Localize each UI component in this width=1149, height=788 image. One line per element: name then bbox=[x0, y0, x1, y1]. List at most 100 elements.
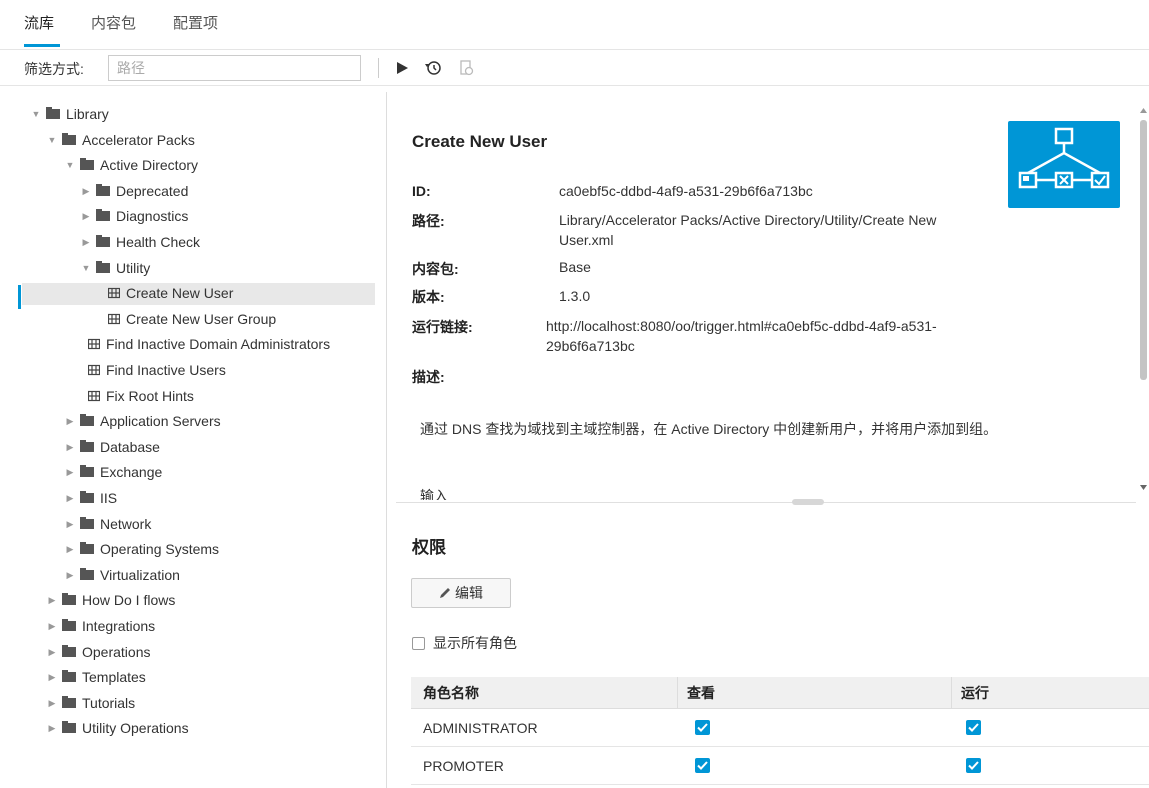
tree-item[interactable]: ▶ Deprecated bbox=[0, 181, 376, 203]
tree-item[interactable]: ▶ Virtualization bbox=[0, 565, 376, 587]
expand-down-icon[interactable]: ▼ bbox=[30, 108, 42, 120]
tree-item[interactable]: ▶ Exchange bbox=[0, 462, 376, 484]
column-header-run[interactable]: 运行 bbox=[961, 677, 989, 708]
run-permission-checkbox[interactable] bbox=[966, 758, 981, 773]
tree-item[interactable]: ▶ How Do I flows bbox=[0, 590, 376, 612]
tree-item-label: Library bbox=[66, 106, 109, 122]
version-value: 1.3.0 bbox=[559, 288, 591, 304]
view-permission-checkbox[interactable] bbox=[695, 720, 710, 735]
resize-handle[interactable] bbox=[792, 499, 824, 505]
tree-item-label: Application Servers bbox=[100, 413, 221, 430]
collapse-right-icon[interactable]: ▶ bbox=[64, 543, 76, 555]
pencil-icon bbox=[440, 588, 450, 598]
tree-item[interactable]: ▶ Tutorials bbox=[0, 693, 376, 715]
collapse-right-icon[interactable]: ▶ bbox=[46, 594, 58, 606]
folder-icon bbox=[80, 567, 94, 580]
collapse-right-icon[interactable]: ▶ bbox=[80, 236, 92, 248]
tree-item-label: Operations bbox=[82, 643, 151, 660]
id-value: ca0ebf5c-ddbd-4af9-a531-29b6f6a713bc bbox=[559, 183, 813, 199]
edit-button[interactable]: 编辑 bbox=[411, 578, 511, 608]
expand-down-icon[interactable]: ▼ bbox=[80, 262, 92, 274]
folder-icon bbox=[80, 465, 94, 478]
panel-splitter[interactable] bbox=[386, 92, 387, 788]
filter-input[interactable] bbox=[108, 55, 361, 81]
play-icon[interactable] bbox=[392, 58, 412, 78]
tree-item[interactable]: ▶ IIS bbox=[0, 488, 376, 510]
tree-item[interactable]: ▶ Diagnostics bbox=[0, 206, 376, 228]
show-all-roles-toggle[interactable]: 显示所有角色 bbox=[412, 633, 517, 653]
flow-icon bbox=[108, 288, 120, 299]
collapse-right-icon[interactable]: ▶ bbox=[64, 569, 76, 581]
scrollbar-thumb[interactable] bbox=[1140, 120, 1147, 380]
collapse-right-icon[interactable]: ▶ bbox=[80, 185, 92, 197]
tree-item[interactable]: ▶ Operating Systems bbox=[0, 539, 376, 561]
tree-item[interactable]: ▶ Health Check bbox=[0, 232, 376, 254]
collapse-right-icon[interactable]: ▶ bbox=[46, 722, 58, 734]
column-header-role-name[interactable]: 角色名称 bbox=[423, 677, 479, 708]
inputs-heading-partial: 输入 bbox=[420, 488, 448, 500]
tree-item[interactable]: ▶ Integrations bbox=[0, 616, 376, 638]
folder-icon bbox=[80, 516, 94, 529]
view-permission-checkbox[interactable] bbox=[695, 758, 710, 773]
folder-icon bbox=[62, 695, 76, 708]
tab-content-packs[interactable]: 内容包 bbox=[91, 12, 136, 33]
flow-library-tree: ▼ Library ▼ Accelerator Packs ▼ Active Direct… bbox=[0, 100, 384, 788]
tree-item-label: Exchange bbox=[100, 464, 163, 481]
description-text: 通过 DNS 查找为域找到主域控制器，在 Active Directory 中创… bbox=[420, 421, 998, 437]
folder-icon bbox=[62, 132, 76, 145]
folder-icon bbox=[96, 260, 110, 273]
collapse-right-icon[interactable]: ▶ bbox=[46, 671, 58, 683]
folder-icon bbox=[80, 158, 94, 171]
collapse-right-icon[interactable]: ▶ bbox=[64, 441, 76, 453]
collapse-right-icon[interactable]: ▶ bbox=[46, 697, 58, 709]
tab-flow-library[interactable]: 流库 bbox=[24, 12, 54, 33]
flow-icon bbox=[108, 313, 120, 324]
tab-configuration-items[interactable]: 配置项 bbox=[173, 12, 218, 33]
tree-item-label: Fix Root Hints bbox=[106, 387, 194, 404]
tree-item[interactable]: ▼ Library bbox=[0, 104, 376, 126]
column-header-view[interactable]: 查看 bbox=[687, 677, 715, 708]
tree-item[interactable]: ▼ Utility bbox=[0, 258, 376, 280]
folder-icon bbox=[62, 644, 76, 657]
collapse-right-icon[interactable]: ▶ bbox=[46, 620, 58, 632]
tree-item[interactable]: Find Inactive Domain Administrators bbox=[0, 334, 376, 356]
tree-item[interactable]: ▶ Application Servers bbox=[0, 411, 376, 433]
tree-item[interactable]: Create New User bbox=[22, 283, 375, 306]
collapse-right-icon[interactable]: ▶ bbox=[64, 466, 76, 478]
active-tab-indicator bbox=[24, 44, 60, 47]
folder-icon bbox=[96, 183, 110, 196]
folder-icon bbox=[80, 542, 94, 555]
folder-icon bbox=[96, 235, 110, 247]
collapse-right-icon[interactable]: ▶ bbox=[46, 646, 58, 658]
run-link-value[interactable]: http://localhost:8080/oo/trigger.html#ca… bbox=[546, 316, 976, 356]
flow-icon bbox=[88, 339, 100, 350]
collapse-right-icon[interactable]: ▶ bbox=[80, 210, 92, 222]
tree-item[interactable]: Find Inactive Users bbox=[0, 360, 376, 382]
expand-down-icon[interactable]: ▼ bbox=[46, 134, 58, 146]
show-all-roles-checkbox[interactable] bbox=[412, 636, 425, 650]
tree-item[interactable]: ▼ Accelerator Packs bbox=[0, 130, 376, 152]
tree-item[interactable]: ▶ Templates bbox=[0, 667, 376, 689]
table-row: ADMINISTRATOR bbox=[411, 709, 1149, 747]
id-label: ID: bbox=[412, 183, 431, 199]
tree-item-label: Integrations bbox=[82, 618, 156, 634]
tree-item-label: Accelerator Packs bbox=[82, 131, 195, 148]
run-history-icon[interactable] bbox=[423, 58, 443, 78]
details-scrollbar[interactable] bbox=[1138, 100, 1149, 500]
collapse-right-icon[interactable]: ▶ bbox=[64, 415, 76, 427]
table-header: 角色名称 查看 运行 bbox=[411, 677, 1149, 709]
debug-icon[interactable] bbox=[456, 58, 476, 78]
run-permission-checkbox[interactable] bbox=[966, 720, 981, 735]
collapse-right-icon[interactable]: ▶ bbox=[64, 492, 76, 504]
tree-item[interactable]: ▶ Operations bbox=[0, 642, 376, 664]
tree-item[interactable]: ▶ Utility Operations bbox=[0, 718, 376, 740]
tree-item-label: Create New User bbox=[126, 285, 234, 302]
tree-item[interactable]: Create New User Group bbox=[0, 309, 376, 331]
collapse-right-icon[interactable]: ▶ bbox=[64, 518, 76, 530]
run-permission-cell bbox=[966, 747, 981, 784]
tree-item[interactable]: ▼ Active Directory bbox=[0, 155, 376, 177]
tree-item[interactable]: Fix Root Hints bbox=[0, 386, 376, 408]
tree-item[interactable]: ▶ Network bbox=[0, 514, 376, 536]
tree-item[interactable]: ▶ Database bbox=[0, 437, 376, 459]
expand-down-icon[interactable]: ▼ bbox=[64, 159, 76, 171]
